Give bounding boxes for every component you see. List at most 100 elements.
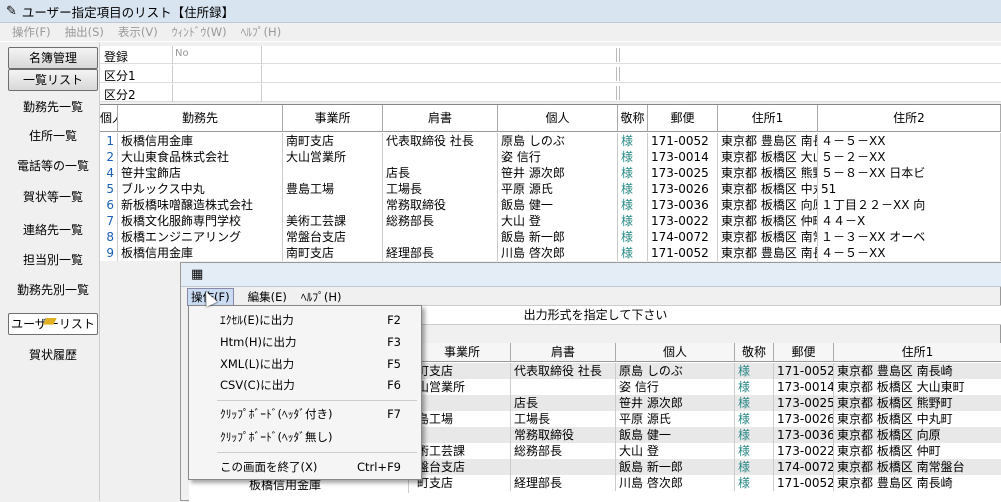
header-col-title[interactable]: 肩書 xyxy=(383,105,498,132)
grid-cell-col-postal[interactable]: 173-0025 xyxy=(651,165,718,181)
grid-cell-col-workplace[interactable]: 板橋信用金庫 xyxy=(121,245,283,261)
grid-cell-col-address2[interactable]: ４－５－XX xyxy=(821,245,1001,261)
header-col-honorific[interactable]: 敬称 xyxy=(618,105,648,132)
menu-export-xml[interactable]: XML(L)に出力 F5 xyxy=(189,354,423,374)
grid-cell-col-address1[interactable]: 東京都 板橋区 中丸町 xyxy=(721,181,818,197)
grid-cell-col-address2[interactable]: ４４－X xyxy=(821,213,1001,229)
grid-cell-col-name[interactable]: 笹井 源次郎 xyxy=(501,165,618,181)
grid-cell-col-person[interactable]: 5 xyxy=(100,181,118,197)
grid-cell-col-workplace[interactable]: ブルックス中丸 xyxy=(121,181,283,197)
subgrid-header-col-title[interactable]: 肩書 xyxy=(511,343,616,362)
grid-cell-col-workplace[interactable]: 板橋文化服飾専門学校 xyxy=(121,213,283,229)
menu-view[interactable]: 表示(V) xyxy=(118,24,158,40)
grid-cell-col-postal[interactable]: 174-0072 xyxy=(651,229,718,245)
subgrid-header-col-office[interactable]: 事業所 xyxy=(414,343,511,362)
header-col-address1[interactable]: 住所1 xyxy=(718,105,818,132)
grid-cell-col-person[interactable]: 9 xyxy=(100,245,118,261)
sidebar-item-workplace-list[interactable]: 勤務先一覧 xyxy=(8,97,98,117)
grid-cell-col-name[interactable]: 姿 信行 xyxy=(501,149,618,165)
menu-window[interactable]: ｳｨﾝﾄﾞｳ(W) xyxy=(172,24,227,40)
grid-cell-col-postal[interactable]: 173-0014 xyxy=(651,149,718,165)
grid-cell-col-postal[interactable]: 173-0026 xyxy=(651,181,718,197)
grid-cell-col-office[interactable]: 大山営業所 xyxy=(286,149,383,165)
grid-cell-col-name[interactable]: 川島 啓次郎 xyxy=(501,245,618,261)
grid-cell-col-honorific[interactable]: 様 xyxy=(621,229,648,245)
grid-cell-col-name[interactable]: 飯島 健一 xyxy=(501,197,618,213)
filter-value[interactable] xyxy=(172,84,262,102)
sidebar-header-button[interactable]: 名簿管理 xyxy=(8,47,98,69)
sidebar-item-by-workplace-list[interactable]: 勤務先別一覧 xyxy=(8,280,98,300)
grid-cell-col-address1[interactable]: 東京都 板橋区 仲町 xyxy=(721,213,818,229)
filter-value[interactable]: No xyxy=(172,46,262,64)
grid-cell-col-workplace[interactable]: 笹井宝飾店 xyxy=(121,165,283,181)
sidebar-active-list-button[interactable]: 一覧リスト xyxy=(8,69,98,91)
grid-cell-col-address2[interactable]: ４－５－XX xyxy=(821,133,1001,149)
grid-cell-col-office[interactable] xyxy=(286,165,383,181)
grid-cell-col-name[interactable]: 平原 源氏 xyxy=(501,181,618,197)
sidebar-item-staff-list[interactable]: 担当別一覧 xyxy=(8,250,98,270)
sidebar-item-greeting-history[interactable]: 賀状履歴 xyxy=(8,345,98,365)
filter-value[interactable] xyxy=(172,65,262,83)
grid-cell-col-person[interactable]: 1 xyxy=(100,133,118,149)
grid-cell-col-workplace[interactable]: 板橋信用金庫 xyxy=(121,133,283,149)
grid-cell-col-address1[interactable]: 東京都 板橋区 南常盤台 xyxy=(721,229,818,245)
grid-cell-col-workplace[interactable]: 板橋エンジニアリング xyxy=(121,229,283,245)
grid-cell-col-postal[interactable]: 173-0036 xyxy=(651,197,718,213)
grid-cell-col-office[interactable] xyxy=(286,197,383,213)
grid-cell-col-honorific[interactable]: 様 xyxy=(621,245,648,261)
grid-cell-col-honorific[interactable]: 様 xyxy=(621,133,648,149)
subgrid-header-col-name[interactable]: 個人 xyxy=(616,343,735,362)
header-col-workplace[interactable]: 勤務先 xyxy=(118,105,283,132)
grid-cell-col-title[interactable] xyxy=(386,149,498,165)
menu-export-excel[interactable]: ｴｸｾﾙ(E)に出力 F2 xyxy=(189,310,423,330)
submenu-edit[interactable]: 編集(E) xyxy=(248,289,287,305)
menu-extract[interactable]: 抽出(S) xyxy=(65,24,104,40)
grid-cell-col-person[interactable]: 7 xyxy=(100,213,118,229)
header-col-name[interactable]: 個人 xyxy=(498,105,618,132)
header-col-postal[interactable]: 郵便 xyxy=(648,105,718,132)
menu-close-screen[interactable]: この画面を終了(X) Ctrl+F9 xyxy=(189,457,423,477)
grid-cell-col-honorific[interactable]: 様 xyxy=(621,165,648,181)
sidebar-item-address-list[interactable]: 住所一覧 xyxy=(8,126,98,146)
menu-clipboard-with-header[interactable]: ｸﾘｯﾌﾟﾎﾞｰﾄﾞ(ﾍｯﾀﾞ付き) F7 xyxy=(189,404,423,424)
grid-cell-col-address1[interactable]: 東京都 板橋区 向原 xyxy=(721,197,818,213)
grid-cell-col-address1[interactable]: 東京都 板橋区 大山東町 xyxy=(721,149,818,165)
grid-cell-col-address2[interactable]: ５－２－XX xyxy=(821,149,1001,165)
sidebar-item-greeting-list[interactable]: 賀状等一覧 xyxy=(8,187,98,207)
grid-cell-col-office[interactable]: 南町支店 xyxy=(286,245,383,261)
grid-cell-col-address2[interactable]: １丁目２２－XX 向 xyxy=(821,197,1001,213)
grid-cell-col-title[interactable]: 常務取締役 xyxy=(386,197,498,213)
submenu-help[interactable]: ﾍﾙﾌﾟ(H) xyxy=(301,289,342,305)
grid-cell-col-title[interactable]: 店長 xyxy=(386,165,498,181)
grid-cell-col-title[interactable] xyxy=(386,229,498,245)
grid-cell-col-title[interactable]: 総務部長 xyxy=(386,213,498,229)
grid-cell-col-person[interactable]: 4 xyxy=(100,165,118,181)
grid-cell-col-workplace[interactable]: 新板橋味噌醸造株式会社 xyxy=(121,197,283,213)
grid-cell-col-name[interactable]: 飯島 新一郎 xyxy=(501,229,618,245)
header-col-address2[interactable]: 住所2 xyxy=(818,105,1001,132)
grid-cell-col-postal[interactable]: 171-0052 xyxy=(651,245,718,261)
grid-cell-col-title[interactable]: 代表取締役 社長 xyxy=(386,133,498,149)
grid-cell-col-office[interactable]: 美術工芸課 xyxy=(286,213,383,229)
header-col-person[interactable]: 個人 xyxy=(100,105,118,132)
grid-cell-col-office[interactable]: 豊島工場 xyxy=(286,181,383,197)
menu-operate[interactable]: 操作(F) xyxy=(12,24,51,40)
grid-cell-col-honorific[interactable]: 様 xyxy=(621,213,648,229)
menu-help[interactable]: ﾍﾙﾌﾟ(H) xyxy=(241,24,282,40)
grid-cell-col-name[interactable]: 原島 しのぶ xyxy=(501,133,618,149)
grid-cell-col-title[interactable]: 経理部長 xyxy=(386,245,498,261)
sidebar-item-contact-list[interactable]: 連絡先一覧 xyxy=(8,220,98,240)
grid-cell-col-postal[interactable]: 173-0022 xyxy=(651,213,718,229)
grid-cell-col-title[interactable]: 工場長 xyxy=(386,181,498,197)
grid-cell-col-address2[interactable]: 51 xyxy=(821,181,1001,197)
grid-cell-col-person[interactable]: 2 xyxy=(100,149,118,165)
menu-export-html[interactable]: Htm(H)に出力 F3 xyxy=(189,332,423,352)
header-col-office[interactable]: 事業所 xyxy=(283,105,383,132)
subgrid-header-col-postal[interactable]: 郵便 xyxy=(774,343,834,362)
grid-cell-col-person[interactable]: 6 xyxy=(100,197,118,213)
grid-cell-col-address1[interactable]: 東京都 豊島区 南長崎 xyxy=(721,245,818,261)
subgrid-header-col-honorific[interactable]: 敬称 xyxy=(735,343,774,362)
main-data-grid[interactable]: 個人勤務先事業所肩書個人敬称郵便住所1住所2 1板橋信用金庫南町支店代表取締役 … xyxy=(100,104,1001,261)
sidebar-item-user-list[interactable]: ユーザーリスト ▰ xyxy=(8,311,98,335)
grid-cell-col-postal[interactable]: 171-0052 xyxy=(651,133,718,149)
